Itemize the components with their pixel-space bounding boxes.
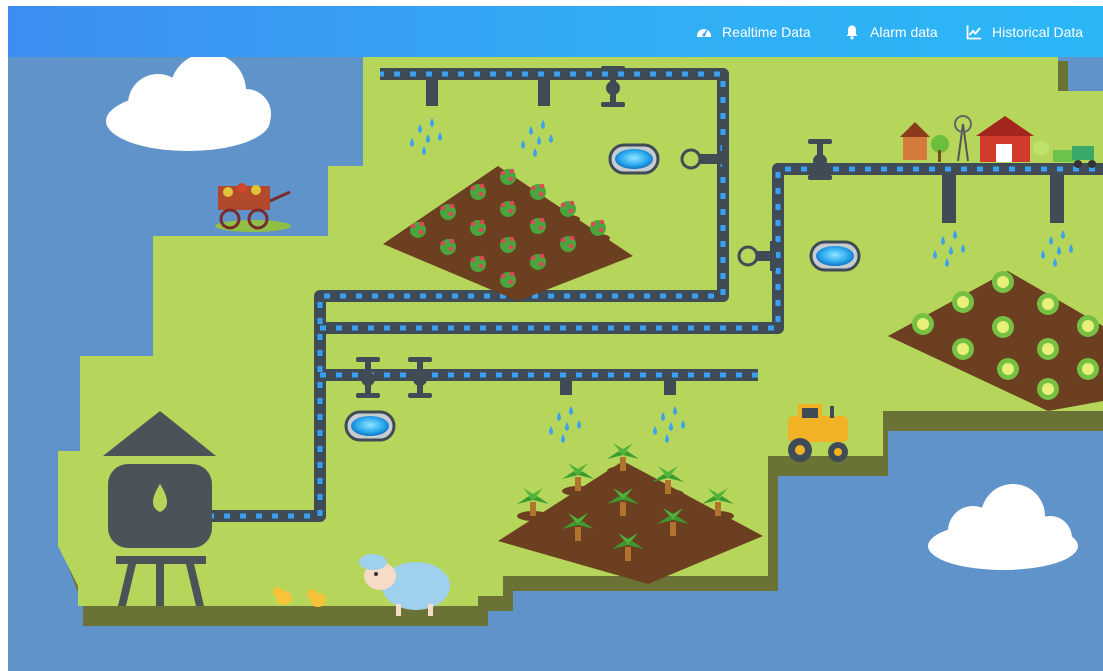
nav-historical-label: Historical Data (992, 23, 1084, 40)
cloud-icon (106, 53, 271, 151)
nav-realtime-data[interactable]: Realtime Data (696, 6, 811, 57)
hay-wagon-icon (215, 183, 291, 232)
valve-indicator-icon (344, 410, 396, 442)
valve-indicator-icon (809, 240, 861, 272)
irrigation-scene (58, 51, 1103, 626)
app-frame: Realtime Data Alarm data Historical Data (8, 6, 1103, 671)
dashboard-icon (697, 28, 711, 37)
line-chart-icon (966, 25, 981, 39)
nav-historical-data[interactable]: Historical Data (966, 6, 1083, 57)
valve-indicator-icon (608, 143, 660, 175)
nav-realtime-label: Realtime Data (722, 23, 811, 40)
nav-alarm-data[interactable]: Alarm data (844, 6, 938, 57)
nav-alarm-label: Alarm data (870, 23, 938, 40)
header-bar: Realtime Data Alarm data Historical Data (8, 6, 1103, 57)
bell-icon (846, 25, 858, 39)
cloud-icon (928, 484, 1078, 570)
